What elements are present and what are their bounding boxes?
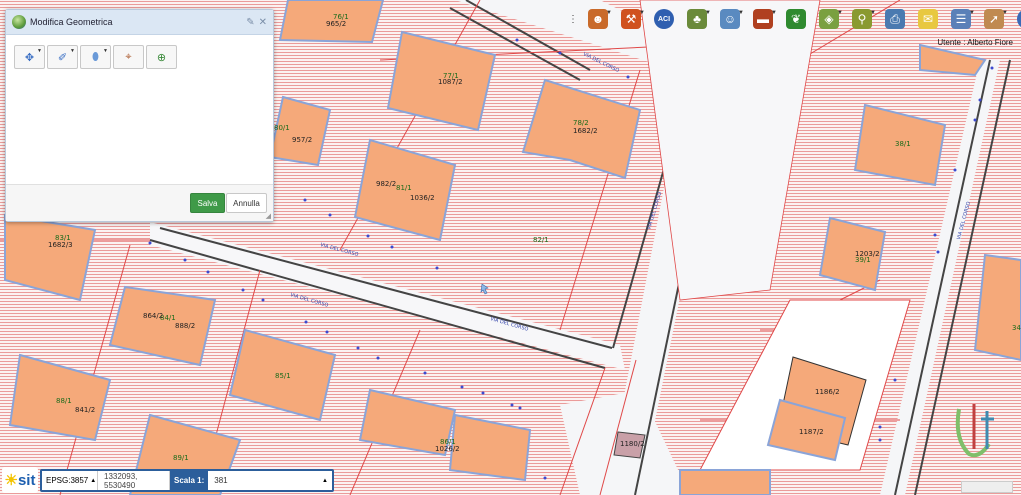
report-button[interactable]: ☰ ▼: [947, 7, 975, 31]
parcel-number: 1036/2: [410, 194, 435, 202]
parcel-label: 85/1: [275, 372, 291, 380]
user-group-icon: ☺: [720, 9, 740, 29]
report-icon: ☰: [951, 9, 971, 29]
draw-shape-tool-button[interactable]: ⬮ ▼: [80, 45, 111, 69]
tray-icon: ▬: [753, 9, 773, 29]
panel-footer: Salva Annulla ◢: [6, 184, 273, 221]
pin-icon[interactable]: ✎: [246, 17, 254, 28]
move-icon: ✥: [24, 51, 35, 64]
draw-shape-icon: ⬮: [92, 50, 99, 63]
note-icon: ✉: [918, 9, 938, 29]
tools-button[interactable]: ⚒ ▼: [617, 7, 645, 31]
parcel-label: 38/1: [895, 140, 911, 148]
leaf-button[interactable]: ❦: [782, 7, 810, 31]
user-label: Utente : Alberto Fiore: [937, 38, 1013, 47]
zoom-globe-icon: ⊕: [156, 51, 167, 64]
parcel-number: 982/2: [376, 180, 396, 188]
pointer-icon: ➚: [984, 9, 1004, 29]
parcel-number: 965/2: [326, 20, 346, 28]
parcel-number: 1087/2: [438, 78, 463, 86]
parcel-label: 34: [1012, 324, 1021, 332]
parcel-number: 1180/2: [620, 440, 645, 448]
chevron-up-icon: ▲: [90, 477, 97, 484]
select-icon: ⌖: [125, 50, 132, 63]
toolbar-handle-icon[interactable]: ⋮: [568, 14, 578, 25]
parcel-label: 82/1: [533, 236, 549, 244]
move-tool-button[interactable]: ✥ ▼: [14, 45, 45, 69]
help-icon: ?: [1017, 9, 1021, 29]
print-button[interactable]: ⎙: [881, 7, 909, 31]
search-icon: ⚲: [852, 9, 872, 29]
plant-icon: ♣: [687, 9, 707, 29]
panel-toolbar: ✥ ▼ ✐ ▼ ⬮ ▼ ⌖ ⊕: [6, 35, 273, 69]
logo-text: sit: [17, 471, 36, 489]
chevron-up-icon[interactable]: ▲: [318, 478, 332, 484]
main-toolbar: ⋮ ☻▼ ⚒▼ ACI ♣▼ ☺▼ ▬▼ ❦ ◈▼ ⚲▼ ⎙ ✉ ☰▼ ➚▼ ?: [568, 6, 1021, 32]
map-layers-button[interactable]: ◈ ▼: [815, 7, 843, 31]
coordinates-readout: 1332093, 5530490: [98, 471, 170, 490]
zoom-globe-tool-button[interactable]: ⊕: [146, 45, 177, 69]
user-edit-icon: ☻: [588, 9, 608, 29]
aci-button[interactable]: ACI: [650, 7, 678, 31]
parcel-number: 864/2: [143, 312, 163, 320]
coordinate-box: EPSG:3857 ▲ 1332093, 5530490 Scala 1: 381…: [40, 469, 334, 492]
parcel-number: 957/2: [292, 136, 312, 144]
projection-select[interactable]: EPSG:3857 ▲: [42, 471, 98, 490]
cancel-button[interactable]: Annulla: [226, 193, 267, 213]
parcel-number: 1682/3: [48, 241, 73, 249]
user-edit-button[interactable]: ☻ ▼: [584, 7, 612, 31]
parcel-number: 1026/2: [435, 445, 460, 453]
geometry-edit-panel: Modifica Geometrica ✎ ✕ ✥ ▼ ✐ ▼ ⬮ ▼ ⌖ ⊕ Sal…: [5, 9, 274, 222]
parcel-label: 81/1: [396, 184, 412, 192]
plant-button[interactable]: ♣ ▼: [683, 7, 711, 31]
sit-logo: ☀ sit: [2, 467, 38, 493]
tray-button[interactable]: ▬ ▼: [749, 7, 777, 31]
status-bar: ☀ sit EPSG:3857 ▲ 1332093, 5530490 Scala 1…: [0, 467, 1021, 495]
tools-icon: ⚒: [621, 9, 641, 29]
parcel-number: 1682/2: [573, 127, 598, 135]
attribution-box: [961, 481, 1013, 493]
parcel-label: 88/1: [56, 397, 72, 405]
close-icon[interactable]: ✕: [259, 17, 267, 28]
select-tool-button[interactable]: ⌖: [113, 45, 144, 69]
scale-input[interactable]: 381: [208, 471, 318, 490]
edit-vertex-icon: ✐: [57, 51, 68, 64]
parcel-number: 888/2: [175, 322, 195, 330]
parcel-label: 89/1: [173, 454, 189, 462]
pointer-button[interactable]: ➚ ▼: [980, 7, 1008, 31]
resize-handle-icon[interactable]: ◢: [266, 212, 271, 220]
aci-icon: ACI: [654, 9, 674, 29]
parcel-label: 78/2: [573, 119, 589, 127]
leaf-icon: ❦: [786, 9, 806, 29]
panel-title: Modifica Geometrica: [30, 17, 113, 27]
search-button[interactable]: ⚲ ▼: [848, 7, 876, 31]
user-group-button[interactable]: ☺ ▼: [716, 7, 744, 31]
parcel-number: 1187/2: [799, 428, 824, 436]
map-layers-icon: ◈: [819, 9, 839, 29]
help-button[interactable]: ?: [1013, 7, 1021, 31]
scale-label: Scala 1:: [170, 471, 209, 490]
projection-label: EPSG:3857: [46, 476, 89, 485]
globe-icon: [12, 15, 26, 29]
print-icon: ⎙: [885, 9, 905, 29]
municipality-logo: [955, 404, 994, 458]
save-button[interactable]: Salva: [190, 193, 225, 213]
note-button[interactable]: ✉: [914, 7, 942, 31]
parcel-number: 841/2: [75, 406, 95, 414]
parcel-number: 1186/2: [815, 388, 840, 396]
parcel-number: 1203/2: [855, 250, 880, 258]
panel-header: Modifica Geometrica ✎ ✕: [6, 10, 273, 35]
parcel-label: 80/1: [274, 124, 290, 132]
edit-vertex-tool-button[interactable]: ✐ ▼: [47, 45, 78, 69]
